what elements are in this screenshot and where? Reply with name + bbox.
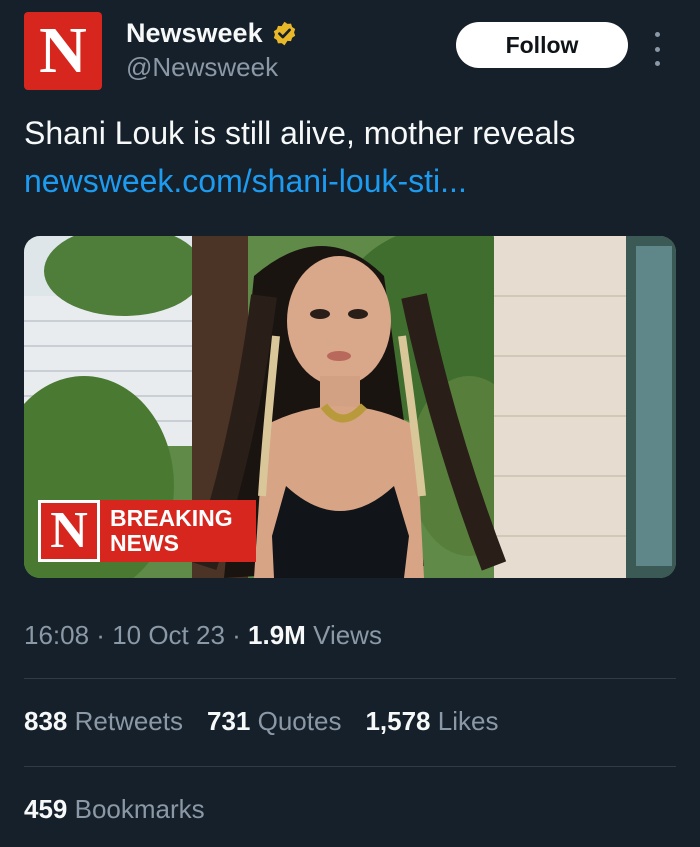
more-vertical-icon[interactable] xyxy=(652,32,662,66)
quotes-stat[interactable]: 731 Quotes xyxy=(207,706,341,737)
tweet-time[interactable]: 16:08 xyxy=(24,620,89,650)
likes-label: Likes xyxy=(430,706,499,736)
author-avatar[interactable]: N xyxy=(24,12,102,90)
breaking-news-label: BREAKING NEWS xyxy=(100,500,256,562)
retweets-count: 838 xyxy=(24,706,68,736)
engagement-stats: 838 Retweets 731 Quotes 1,578 Likes xyxy=(24,706,498,737)
quotes-count: 731 xyxy=(207,706,251,736)
bookmarks-stat[interactable]: 459 Bookmarks xyxy=(24,794,205,825)
author-display-name[interactable]: Newsweek xyxy=(126,18,263,49)
tweet-meta: 16:08 · 10 Oct 23 · 1.9M Views xyxy=(24,620,382,651)
tweet-link[interactable]: newsweek.com/shani-louk-sti... xyxy=(24,160,467,202)
author-handle[interactable]: @Newsweek xyxy=(126,52,278,83)
breaking-label-line2: NEWS xyxy=(110,530,179,556)
verified-badge-icon xyxy=(273,21,295,46)
retweets-stat[interactable]: 838 Retweets xyxy=(24,706,183,737)
tweet-text: Shani Louk is still alive, mother reveal… xyxy=(24,115,576,151)
views-label: Views xyxy=(305,620,382,650)
author-name-row[interactable]: Newsweek xyxy=(126,18,298,49)
likes-count: 1,578 xyxy=(365,706,431,736)
breaking-label-line1: BREAKING xyxy=(110,505,233,531)
likes-stat[interactable]: 1,578 Likes xyxy=(365,706,498,737)
meta-separator: · xyxy=(224,620,249,650)
breaking-news-badge: N BREAKING NEWS xyxy=(38,500,256,562)
tweet-header: N Newsweek @Newsweek Follow xyxy=(24,12,676,92)
meta-separator: · xyxy=(89,620,113,650)
newsweek-logo-icon: N xyxy=(38,500,100,562)
bookmarks-label: Bookmarks xyxy=(67,794,205,824)
bookmarks-count: 459 xyxy=(24,794,68,824)
tweet-media-image[interactable]: N BREAKING NEWS xyxy=(24,236,676,578)
tweet-date[interactable]: 10 Oct 23 xyxy=(112,620,225,650)
divider xyxy=(24,678,676,679)
divider xyxy=(24,766,676,767)
retweets-label: Retweets xyxy=(67,706,183,736)
follow-button[interactable]: Follow xyxy=(456,22,628,68)
views-count: 1.9M xyxy=(248,620,306,650)
quotes-label: Quotes xyxy=(250,706,342,736)
